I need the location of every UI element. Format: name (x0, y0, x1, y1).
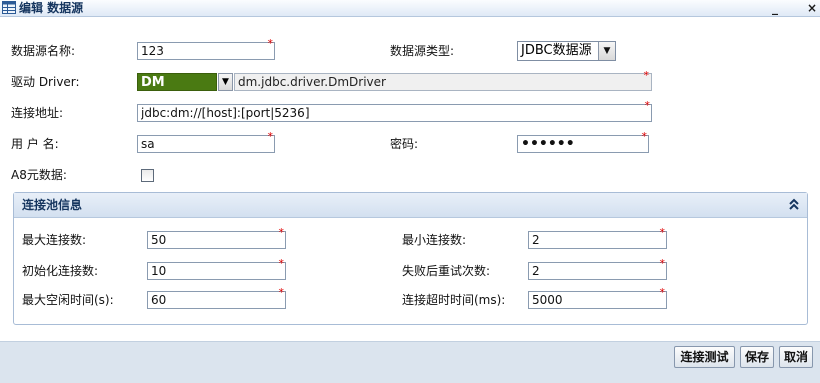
dropdown-arrow-icon[interactable]: ▼ (218, 73, 233, 91)
username-input[interactable] (137, 135, 275, 153)
a8-metadata-checkbox[interactable] (141, 169, 154, 182)
datasource-name-input[interactable] (137, 42, 275, 60)
datasource-type-select[interactable]: JDBC数据源 ▼ (517, 41, 616, 61)
connection-pool-header[interactable]: 连接池信息 (14, 193, 807, 218)
max-connections-wrap: * (147, 227, 286, 249)
driver-value: DM (137, 73, 217, 91)
connection-timeout-wrap: * (528, 287, 667, 309)
table-icon (2, 1, 16, 14)
max-idle-time-input[interactable] (147, 291, 286, 309)
retry-count-wrap: * (528, 258, 667, 280)
datasource-name-wrap: * (137, 38, 275, 60)
double-chevron-up-icon[interactable] (787, 197, 801, 213)
connection-url-label: 连接地址: (11, 106, 64, 120)
driver-label: 驱动 Driver: (11, 75, 80, 89)
required-mark: * (643, 69, 650, 82)
close-button[interactable]: × (805, 0, 819, 16)
datasource-name-label: 数据源名称: (11, 44, 76, 58)
connection-timeout-input[interactable] (528, 291, 667, 309)
connection-pool-title: 连接池信息 (22, 198, 83, 212)
username-label: 用 户 名: (11, 137, 59, 151)
driver-select[interactable]: DM ▼ (137, 73, 233, 91)
connection-pool-section: 连接池信息 最大连接数: * 最小连接数: * 初始化连接数: (13, 192, 808, 325)
datasource-type-value: JDBC数据源 (521, 43, 592, 58)
edit-datasource-dialog: 编辑 数据源 _ × 数据源名称: * 数据源类型: JDBC数据源 ▼ 驱动 … (0, 0, 820, 383)
dialog-title: 编辑 数据源 (19, 1, 84, 15)
min-connections-label: 最小连接数: (402, 233, 467, 247)
initial-connections-wrap: * (147, 258, 286, 280)
retry-count-input[interactable] (528, 262, 667, 280)
max-connections-label: 最大连接数: (22, 233, 87, 247)
min-connections-wrap: * (528, 227, 667, 249)
max-idle-time-label: 最大空闲时间(s): (22, 293, 114, 307)
test-connection-button[interactable]: 连接测试 (674, 346, 735, 368)
a8-metadata-label: A8元数据: (11, 168, 67, 182)
min-connections-input[interactable] (528, 231, 667, 249)
retry-count-label: 失败后重试次数: (402, 264, 491, 278)
driver-class-text: dm.jdbc.driver.DmDriver (238, 75, 386, 89)
connection-timeout-label: 连接超时时间(ms): (402, 293, 506, 307)
title-bar: 编辑 数据源 _ × (0, 0, 820, 17)
cancel-button[interactable]: 取消 (779, 346, 813, 368)
driver-class-field: dm.jdbc.driver.DmDriver * (234, 69, 652, 91)
max-connections-input[interactable] (147, 231, 286, 249)
minimize-button[interactable]: _ (768, 0, 782, 16)
save-button[interactable]: 保存 (740, 346, 774, 368)
initial-connections-label: 初始化连接数: (22, 264, 99, 278)
datasource-type-label: 数据源类型: (390, 44, 455, 58)
password-input[interactable] (517, 135, 649, 153)
max-idle-time-wrap: * (147, 287, 286, 309)
dialog-footer: 连接测试 保存 取消 (0, 341, 820, 383)
initial-connections-input[interactable] (147, 262, 286, 280)
dropdown-arrow-icon[interactable]: ▼ (598, 42, 615, 60)
form-panel: 数据源名称: * 数据源类型: JDBC数据源 ▼ 驱动 Driver: DM … (0, 17, 820, 340)
username-wrap: * (137, 131, 275, 153)
password-label: 密码: (390, 137, 419, 151)
connection-url-wrap: * (137, 100, 652, 122)
password-wrap: * (517, 131, 649, 153)
connection-url-input[interactable] (137, 104, 652, 122)
